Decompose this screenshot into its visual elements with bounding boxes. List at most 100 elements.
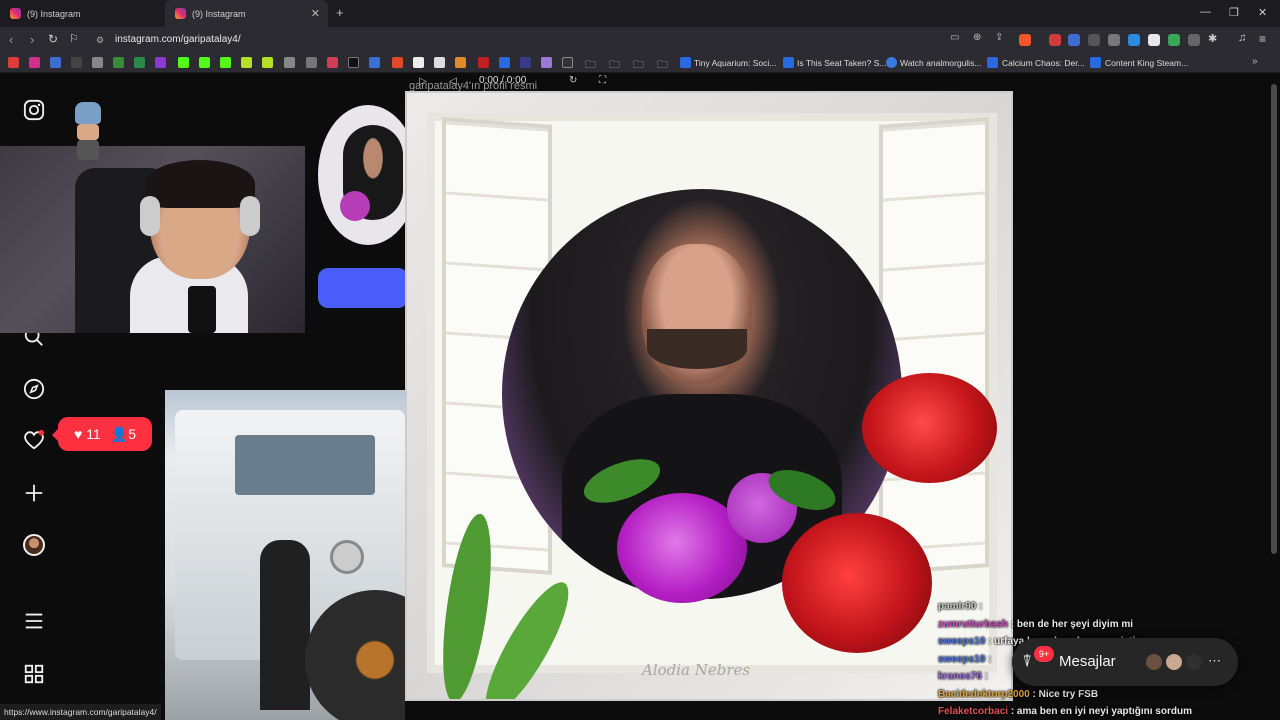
bookmark-favicon-icon[interactable]: [199, 57, 210, 68]
bookmark-icon[interactable]: ⚐: [69, 32, 79, 45]
bookmark-favicon-icon[interactable]: [306, 57, 317, 68]
explore-icon[interactable]: [20, 375, 48, 403]
menu-icon[interactable]: [20, 607, 48, 635]
extension-icon[interactable]: [1128, 34, 1140, 46]
bookmark-link[interactable]: Calcium Chaos: Der...: [1002, 58, 1085, 68]
forward-icon[interactable]: ›: [30, 32, 34, 47]
extension-icon[interactable]: [1068, 34, 1080, 46]
chat-message: Bacidedektorp2000 : Nice try FSB: [938, 688, 1099, 700]
person-hair: [145, 160, 255, 208]
x-bookmark-icon[interactable]: [348, 57, 359, 68]
red-rose: [862, 373, 997, 483]
cast-icon[interactable]: ▭: [950, 32, 959, 43]
bookmark-favicon-icon: [886, 57, 897, 68]
more-apps-icon[interactable]: [20, 660, 48, 688]
bookmark-favicon-icon[interactable]: [155, 57, 166, 68]
headphone: [140, 196, 160, 236]
instagram-favicon-icon: [175, 8, 186, 19]
close-window-icon[interactable]: ✕: [1258, 6, 1267, 19]
loop-icon[interactable]: ↻: [569, 75, 577, 86]
bookmark-favicon-icon[interactable]: [499, 57, 510, 68]
bookmark-favicon-icon[interactable]: [50, 57, 61, 68]
browser-menu-icon[interactable]: ≡: [1259, 32, 1266, 46]
back-icon[interactable]: ‹: [9, 32, 13, 47]
bookmark-favicon-icon[interactable]: [134, 57, 145, 68]
extension-icon[interactable]: [1049, 34, 1061, 46]
share-icon[interactable]: ⇪: [995, 32, 1003, 43]
brave-shield-icon[interactable]: [1019, 34, 1031, 46]
image-watermark: Alodia Nebres: [642, 661, 751, 679]
heart-icon[interactable]: [20, 426, 48, 454]
more-bookmarks-icon[interactable]: »: [1252, 56, 1258, 67]
more-icon[interactable]: ⋯: [1208, 653, 1221, 669]
profile-avatar[interactable]: [20, 531, 48, 559]
streamer-webcam: [0, 146, 305, 333]
bookmark-favicon-icon[interactable]: [178, 57, 189, 68]
bookmark-favicon-icon[interactable]: [220, 57, 231, 68]
bookmark-link[interactable]: Is This Seat Taken? S...: [797, 58, 886, 68]
follow-button[interactable]: [318, 268, 408, 308]
extensions-icon[interactable]: ✱: [1208, 32, 1217, 45]
zoom-icon[interactable]: ⊕: [973, 32, 981, 43]
bookmark-favicon-icon[interactable]: [92, 57, 103, 68]
bookmark-favicon-icon[interactable]: [434, 57, 445, 68]
mercedes-logo-icon: [330, 540, 364, 574]
tab-label: (9) Instagram: [27, 8, 81, 19]
instagram-page: ♥ 11 👤5 ▷ ◁ 0:00 / 0:00 ↻ ⛶ garipatalay4…: [0, 74, 1280, 720]
tab-instagram-1[interactable]: (9) Instagram: [0, 0, 165, 27]
bookmark-favicon-icon[interactable]: [562, 57, 573, 68]
bookmark-favicon-icon[interactable]: [327, 57, 338, 68]
bookmark-favicon-icon[interactable]: [369, 57, 380, 68]
bookmark-favicon-icon[interactable]: [541, 57, 552, 68]
bookmark-favicon-icon[interactable]: [262, 57, 273, 68]
red-rose: [782, 513, 932, 653]
extension-icon[interactable]: [1168, 34, 1180, 46]
create-icon[interactable]: [20, 479, 48, 507]
folder-icon[interactable]: 🗀: [609, 56, 620, 75]
reload-icon[interactable]: ↻: [48, 32, 58, 46]
bookmark-favicon-icon[interactable]: [284, 57, 295, 68]
bookmark-favicon-icon[interactable]: [71, 57, 82, 68]
bookmark-link[interactable]: Content King Steam...: [1105, 58, 1188, 68]
restore-icon[interactable]: ❐: [1229, 6, 1239, 19]
instagram-favicon-icon: [10, 8, 21, 19]
folder-icon[interactable]: 🗀: [585, 56, 596, 75]
extension-icon[interactable]: [1088, 34, 1100, 46]
bookmark-favicon-icon[interactable]: [241, 57, 252, 68]
media-icon[interactable]: ♫: [1238, 32, 1246, 44]
messages-bar[interactable]: ⍒ 9+ Mesajlar ⋯: [1012, 638, 1238, 686]
bookmark-favicon-icon[interactable]: [8, 57, 19, 68]
bookmark-favicon-icon[interactable]: [392, 57, 403, 68]
post-thumbnail-truck[interactable]: [165, 390, 405, 720]
bookmark-favicon-icon[interactable]: [113, 57, 124, 68]
bookmark-favicon-icon[interactable]: [413, 57, 424, 68]
extension-icon[interactable]: [1188, 34, 1200, 46]
bookmark-favicon-icon[interactable]: [520, 57, 531, 68]
folder-icon[interactable]: 🗀: [633, 56, 644, 75]
instagram-logo-icon[interactable]: [20, 96, 48, 124]
bookmark-favicon-icon[interactable]: [478, 57, 489, 68]
steam-icon: [680, 57, 691, 68]
extension-icon[interactable]: [1148, 34, 1160, 46]
folder-icon[interactable]: 🗀: [657, 56, 668, 75]
site-info-icon[interactable]: ⚙: [96, 35, 104, 46]
bookmark-favicon-icon[interactable]: [455, 57, 466, 68]
headphone: [240, 196, 260, 236]
url-field[interactable]: instagram.com/garipatalay4/: [115, 34, 241, 45]
steam-icon: [1090, 57, 1101, 68]
messenger-icon: ⍒: [1022, 652, 1033, 671]
notification-popup[interactable]: ♥ 11 👤5: [52, 417, 152, 451]
minimize-icon[interactable]: —: [1200, 6, 1211, 18]
tab-instagram-2[interactable]: (9) Instagram ✕: [165, 0, 328, 27]
man-silhouette: [260, 540, 310, 710]
extension-icon[interactable]: [1108, 34, 1120, 46]
page-scrollbar[interactable]: [1271, 84, 1277, 554]
bookmark-link[interactable]: Tiny Aquarium: Soci...: [694, 58, 776, 68]
bookmark-link[interactable]: Watch analmorgulis...: [900, 58, 981, 68]
profile-picture-modal: Alodia Nebres: [405, 91, 1013, 701]
fullscreen-icon[interactable]: ⛶: [599, 75, 606, 86]
new-tab-button[interactable]: +: [336, 5, 344, 20]
profile-picture-thumbnail[interactable]: [318, 105, 418, 245]
bookmark-favicon-icon[interactable]: [29, 57, 40, 68]
close-tab-icon[interactable]: ✕: [311, 7, 320, 20]
